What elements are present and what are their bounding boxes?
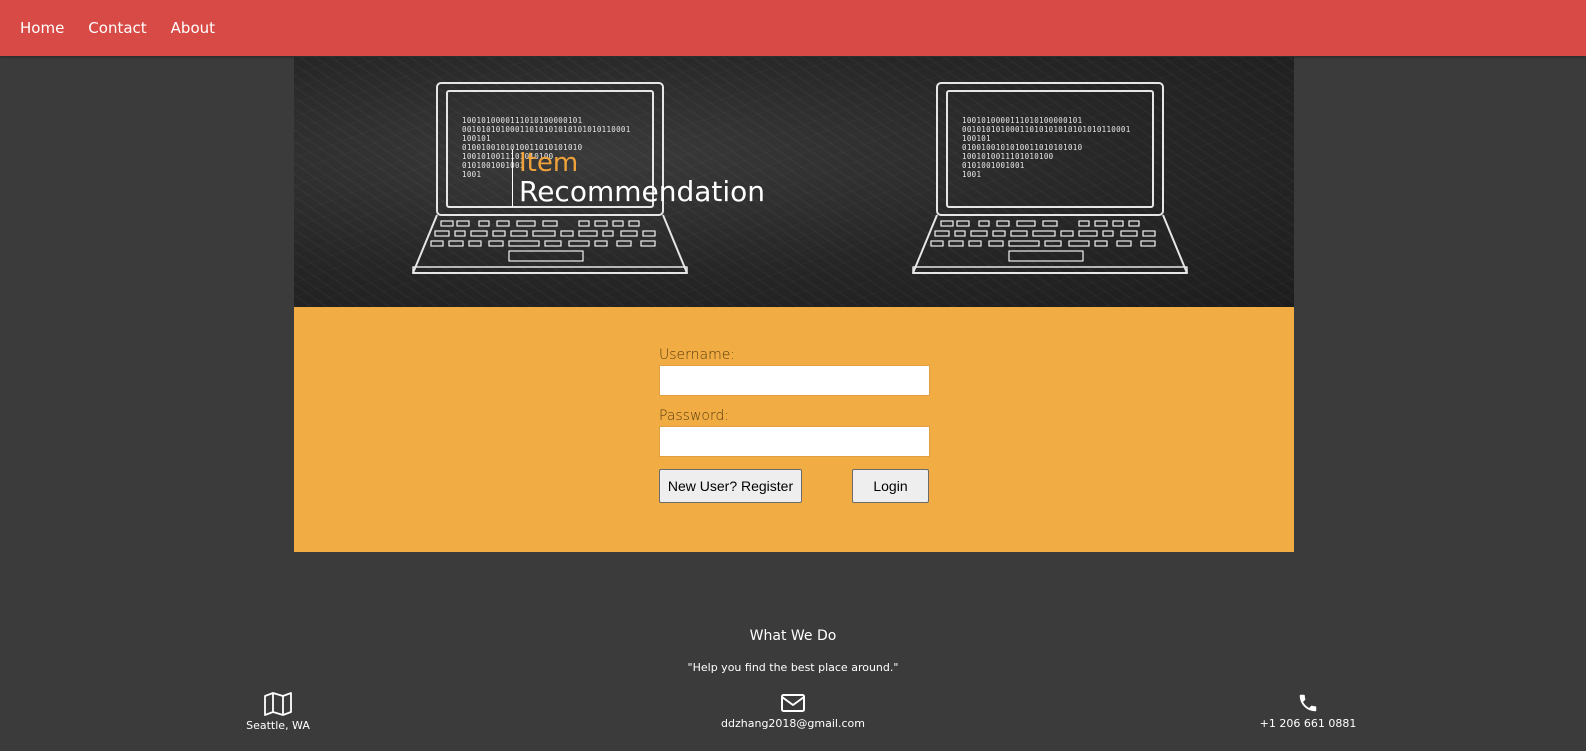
login-button-row: New User? Register Login: [659, 469, 931, 505]
login-button[interactable]: Login: [852, 469, 929, 503]
map-icon: [264, 692, 292, 716]
username-label: Username:: [659, 347, 736, 363]
register-button[interactable]: New User? Register: [659, 469, 802, 503]
nav-about-link[interactable]: About: [171, 19, 215, 37]
contact-phone: +1 206 661 0881: [1253, 692, 1363, 730]
nav-contact-link[interactable]: Contact: [88, 19, 146, 37]
footer-tagline: "Help you find the best place around.": [687, 661, 899, 674]
site-title-recommendation: Recommendation: [519, 175, 766, 208]
binary-text-right: 1001010000111010100000101 00101010100011…: [962, 116, 1131, 179]
phone-text: +1 206 661 0881: [1259, 717, 1357, 730]
location-text: Seattle, WA: [246, 719, 310, 732]
username-input[interactable]: [659, 365, 930, 396]
nav-home-link[interactable]: Home: [20, 19, 64, 37]
phone-icon: [1299, 694, 1317, 712]
site-title-item: Item: [519, 148, 579, 178]
password-label: Password:: [659, 408, 730, 424]
contact-location: Seattle, WA: [233, 692, 323, 732]
top-navigation: Home Contact About: [0, 0, 1586, 56]
footer-heading: What We Do: [749, 628, 837, 644]
login-form: Username: Password: New User? Register L…: [659, 347, 931, 505]
site-title: Item Recommendation: [512, 149, 765, 207]
footer: What We Do "Help you find the best place…: [0, 552, 1586, 751]
email-text: ddzhang2018@gmail.com: [721, 717, 865, 730]
password-input[interactable]: [659, 426, 930, 457]
login-panel: Username: Password: New User? Register L…: [294, 307, 1294, 552]
contact-email: ddzhang2018@gmail.com: [713, 692, 873, 730]
hero-banner: 1001010000111010100000101 00101010100011…: [294, 57, 1294, 307]
envelope-icon: [781, 694, 805, 712]
